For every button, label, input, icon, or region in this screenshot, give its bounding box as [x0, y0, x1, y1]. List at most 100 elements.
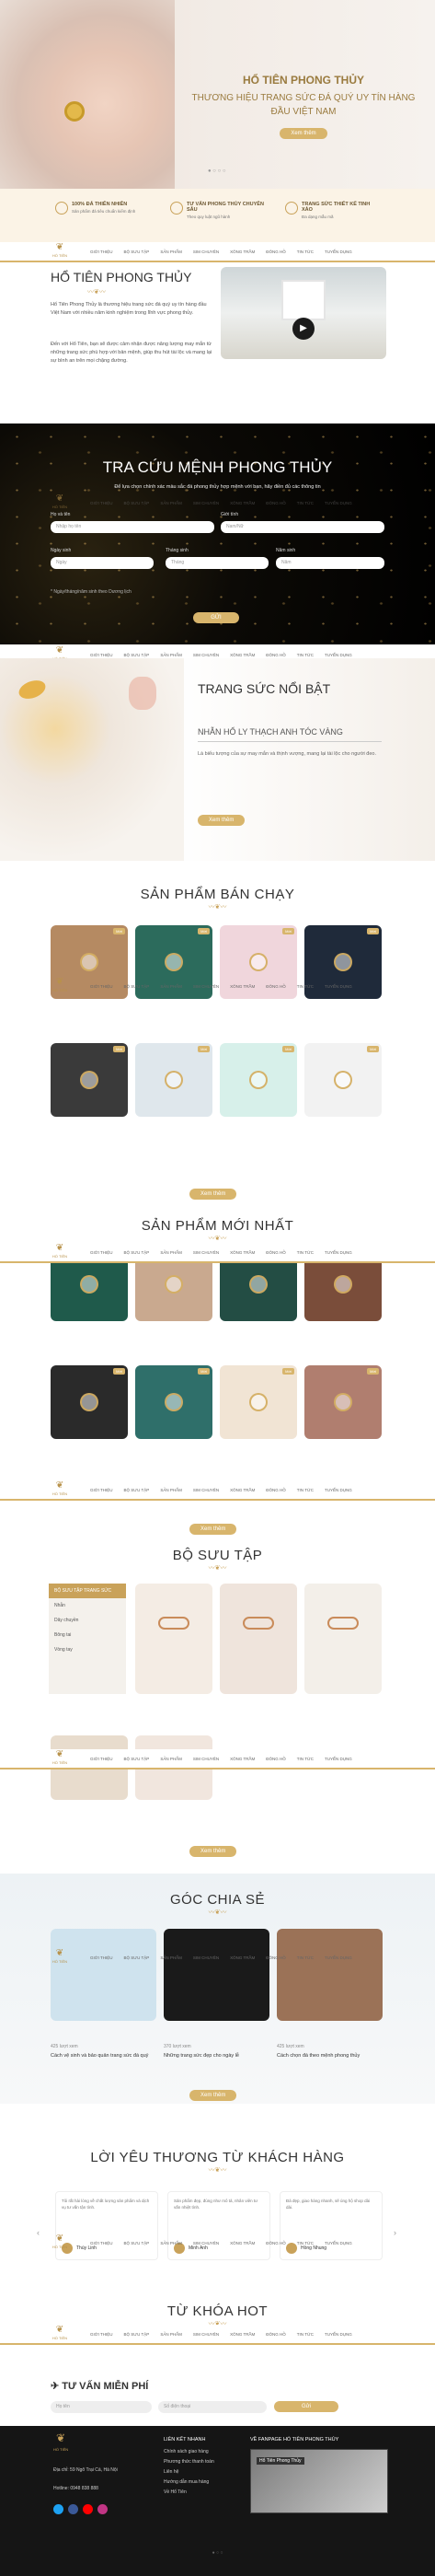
- logo[interactable]: ❦HỔ TIÊN: [48, 1750, 72, 1767]
- lookup-field-input[interactable]: Nhập họ tên: [51, 521, 214, 533]
- product-card[interactable]: Mới: [304, 1043, 382, 1117]
- nav-item[interactable]: SIM CHUYÊN: [193, 1757, 219, 1761]
- nav-item[interactable]: TIN TỨC: [297, 653, 314, 657]
- logo[interactable]: ❦HỔ TIÊN: [48, 243, 72, 260]
- nav-item[interactable]: SẢN PHẨM: [160, 249, 182, 254]
- logo[interactable]: ❦HỔ TIÊN: [48, 1244, 72, 1260]
- lookup-field-input[interactable]: Ngày: [51, 557, 154, 569]
- nav-item[interactable]: TIN TỨC: [297, 1757, 314, 1761]
- play-icon[interactable]: ▶: [292, 318, 315, 340]
- nav-item[interactable]: BỘ SƯU TẬP: [124, 1250, 150, 1255]
- nav-item[interactable]: TUYỂN DỤNG: [325, 1955, 352, 1960]
- nav-item[interactable]: BỘ SƯU TẬP: [124, 2241, 150, 2245]
- slider-dots[interactable]: ● ○ ○ ○: [208, 168, 226, 174]
- nav-item[interactable]: ĐÔNG HỒ: [266, 984, 286, 989]
- product-card[interactable]: Mới: [135, 1043, 212, 1117]
- nav-item[interactable]: TIN TỨC: [297, 984, 314, 989]
- nav-item[interactable]: SIM CHUYÊN: [193, 2241, 219, 2245]
- footer-link[interactable]: Hướng dẫn mua hàng: [164, 2479, 214, 2485]
- nav-item[interactable]: TIN TỨC: [297, 2241, 314, 2245]
- collection-card[interactable]: [304, 1584, 382, 1694]
- collection-category[interactable]: Dây chuyền: [49, 1613, 126, 1628]
- nav-item[interactable]: ĐÔNG HỒ: [266, 653, 286, 657]
- nav-item[interactable]: GIỚI THIỆU: [90, 1757, 113, 1761]
- nav-item[interactable]: TIN TỨC: [297, 1955, 314, 1960]
- nav-item[interactable]: XÔNG TRẦM: [230, 653, 255, 657]
- footer-link[interactable]: Về Hổ Tiên: [164, 2489, 214, 2495]
- nav-item[interactable]: SẢN PHẨM: [160, 1488, 182, 1492]
- nav-item[interactable]: SẢN PHẨM: [160, 1250, 182, 1255]
- nav-item[interactable]: SIM CHUYÊN: [193, 1955, 219, 1960]
- nav-item[interactable]: SẢN PHẨM: [160, 2241, 182, 2245]
- post-title[interactable]: Cách chọn đá theo mệnh phong thủy: [277, 2053, 383, 2059]
- footer-link[interactable]: Liên hệ: [164, 2469, 214, 2475]
- consult-submit-button[interactable]: Gửi: [274, 2401, 338, 2412]
- featured-button[interactable]: Xem thêm: [198, 815, 246, 826]
- nav-item[interactable]: TIN TỨC: [297, 2332, 314, 2337]
- logo[interactable]: ❦HỔ TIÊN: [48, 1481, 72, 1498]
- nav-item[interactable]: ĐÔNG HỒ: [266, 1955, 286, 1960]
- product-card[interactable]: Mới: [220, 1043, 297, 1117]
- consult-name-input[interactable]: Họ tên: [51, 2401, 152, 2413]
- nav-item[interactable]: ĐÔNG HỒ: [266, 1488, 286, 1492]
- nav-item[interactable]: SIM CHUYÊN: [193, 249, 219, 254]
- collection-category[interactable]: Nhẫn: [49, 1598, 126, 1613]
- nav-item[interactable]: GIỚI THIỆU: [90, 2332, 113, 2337]
- nav-item[interactable]: SIM CHUYÊN: [193, 501, 219, 505]
- product-card[interactable]: Mới: [51, 1043, 128, 1117]
- nav-item[interactable]: GIỚI THIỆU: [90, 653, 113, 657]
- facebook-icon[interactable]: [68, 2504, 78, 2514]
- nav-item[interactable]: TUYỂN DỤNG: [325, 1250, 352, 1255]
- nav-item[interactable]: GIỚI THIỆU: [90, 984, 113, 989]
- logo[interactable]: ❦HỔ TIÊN: [48, 1949, 72, 1966]
- nav-item[interactable]: TUYỂN DỤNG: [325, 2241, 352, 2245]
- nav-item[interactable]: BỘ SƯU TẬP: [124, 1757, 150, 1761]
- nav-item[interactable]: SẢN PHẨM: [160, 1955, 182, 1960]
- nav-item[interactable]: TUYỂN DỤNG: [325, 1488, 352, 1492]
- nav-item[interactable]: ĐÔNG HỒ: [266, 249, 286, 254]
- collection-card[interactable]: [135, 1584, 212, 1694]
- nav-item[interactable]: GIỚI THIỆU: [90, 1250, 113, 1255]
- nav-item[interactable]: ĐÔNG HỒ: [266, 2332, 286, 2337]
- product-card[interactable]: Mới: [304, 1365, 382, 1439]
- nav-item[interactable]: GIỚI THIỆU: [90, 1955, 113, 1960]
- nav-item[interactable]: TUYỂN DỤNG: [325, 1757, 352, 1761]
- consult-phone-input[interactable]: Số điện thoại: [158, 2401, 267, 2413]
- lookup-field-input[interactable]: Nam/Nữ: [221, 521, 384, 533]
- collection-category[interactable]: Vòng tay: [49, 1642, 126, 1657]
- nav-item[interactable]: BỘ SƯU TẬP: [124, 984, 150, 989]
- nav-item[interactable]: SẢN PHẨM: [160, 984, 182, 989]
- lookup-field-input[interactable]: Năm: [276, 557, 384, 569]
- nav-item[interactable]: XÔNG TRẦM: [230, 2241, 255, 2245]
- about-video[interactable]: ▶: [221, 267, 386, 359]
- nav-item[interactable]: TIN TỨC: [297, 249, 314, 254]
- nav-item[interactable]: SIM CHUYÊN: [193, 1488, 219, 1492]
- bestsellers-more-button[interactable]: Xem thêm: [189, 1189, 237, 1200]
- product-card[interactable]: Mới: [51, 1365, 128, 1439]
- nav-item[interactable]: BỘ SƯU TẬP: [124, 501, 150, 505]
- nav-item[interactable]: SẢN PHẨM: [160, 653, 182, 657]
- collection-more-button[interactable]: Xem thêm: [189, 1846, 237, 1857]
- footer-link[interactable]: Chính sách giao hàng: [164, 2449, 214, 2454]
- nav-item[interactable]: SIM CHUYÊN: [193, 1250, 219, 1255]
- nav-item[interactable]: XÔNG TRẦM: [230, 2332, 255, 2337]
- post-image[interactable]: [277, 1929, 383, 2021]
- nav-item[interactable]: SIM CHUYÊN: [193, 653, 219, 657]
- nav-item[interactable]: XÔNG TRẦM: [230, 1955, 255, 1960]
- nav-item[interactable]: TUYỂN DỤNG: [325, 984, 352, 989]
- nav-item[interactable]: BỘ SƯU TẬP: [124, 1488, 150, 1492]
- nav-item[interactable]: TIN TỨC: [297, 501, 314, 505]
- youtube-icon[interactable]: [83, 2504, 93, 2514]
- nav-item[interactable]: TIN TỨC: [297, 1250, 314, 1255]
- hero-button[interactable]: Xem thêm: [280, 128, 327, 139]
- newest-more-button[interactable]: Xem thêm: [189, 1524, 237, 1535]
- nav-item[interactable]: BỘ SƯU TẬP: [124, 249, 150, 254]
- nav-item[interactable]: SIM CHUYÊN: [193, 2332, 219, 2337]
- lookup-field-input[interactable]: Tháng: [166, 557, 269, 569]
- fanpage-widget[interactable]: Hổ Tiên Phong Thủy: [250, 2449, 388, 2513]
- nav-item[interactable]: GIỚI THIỆU: [90, 1488, 113, 1492]
- nav-item[interactable]: XÔNG TRẦM: [230, 1757, 255, 1761]
- nav-item[interactable]: XÔNG TRẦM: [230, 501, 255, 505]
- logo[interactable]: ❦HỔ TIÊN: [48, 494, 72, 511]
- product-card[interactable]: Mới: [220, 1365, 297, 1439]
